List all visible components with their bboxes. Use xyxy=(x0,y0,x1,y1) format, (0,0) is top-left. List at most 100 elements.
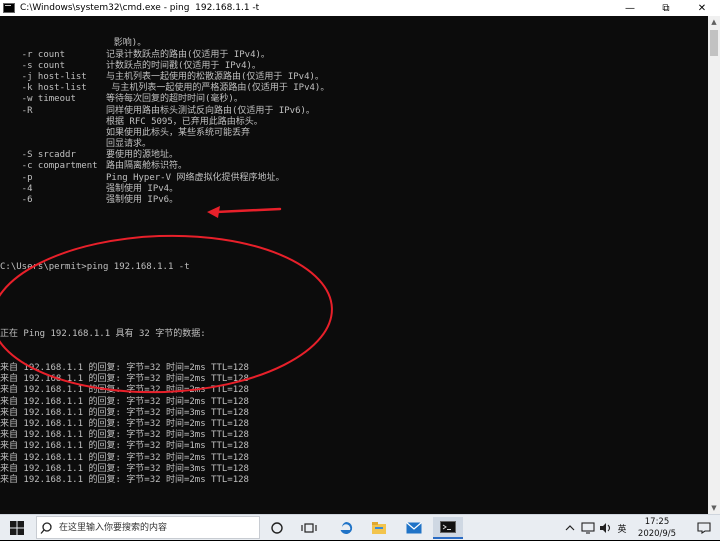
help-line: -p Ping Hyper-V 网络虚拟化提供程序地址。 xyxy=(0,173,708,184)
help-option: -r count xyxy=(0,49,66,60)
help-line: -j host-list 与主机列表一起使用的松散源路由(仅适用于 IPv4)。 xyxy=(0,72,708,83)
help-description: 回显请求。 xyxy=(106,139,152,150)
file-explorer-taskbar-button[interactable] xyxy=(364,517,394,539)
help-option: -w timeout xyxy=(0,94,76,105)
start-button[interactable] xyxy=(0,515,34,541)
notification-icon xyxy=(697,522,711,534)
help-option: -j host-list xyxy=(0,71,87,82)
help-description: 与主机列表一起使用的松散源路由(仅适用于 IPv4)。 xyxy=(106,71,324,82)
scroll-up-arrow-icon[interactable]: ▲ xyxy=(708,16,720,28)
task-view-icon xyxy=(301,523,317,533)
help-description: 强制使用 IPv6。 xyxy=(106,195,179,206)
file-explorer-icon xyxy=(372,522,386,534)
cmd-icon xyxy=(440,521,456,533)
help-description: 强制使用 IPv4。 xyxy=(106,183,179,194)
windows-start-icon xyxy=(10,521,24,535)
help-description: 根据 RFC 5095，已弃用此路由标头。 xyxy=(106,116,263,127)
help-line: -r count 记录计数跃点的路由(仅适用于 IPv4)。 xyxy=(0,50,708,61)
help-option: -S srcaddr xyxy=(0,150,76,161)
maximize-button[interactable]: ⧉ xyxy=(648,0,684,16)
ping-reply-line: 来自 192.168.1.1 的回复: 字节=32 时间=2ms TTL=128 xyxy=(0,474,249,485)
taskbar-clock[interactable]: 17:25 2020/9/5 xyxy=(630,516,684,540)
help-description: 与主机列表一起使用的严格源路由(仅适用于 IPv4)。 xyxy=(106,83,330,94)
help-line: -4 强制使用 IPv4。 xyxy=(0,184,708,195)
search-icon xyxy=(40,521,52,534)
mail-icon xyxy=(406,522,422,534)
help-line: -c compartment 路由隔离舱标识符。 xyxy=(0,161,708,172)
help-text-block: 影响)。 -r count 记录计数跃点的路由(仅适用于 IPv4)。 -s co… xyxy=(0,38,708,206)
ping-reply-line: 来自 192.168.1.1 的回复: 字节=32 时间=2ms TTL=128 xyxy=(0,418,249,429)
cmd-app-icon[interactable] xyxy=(3,3,15,13)
taskbar-search-box[interactable] xyxy=(36,516,260,539)
pinging-line: 正在 Ping 192.168.1.1 具有 32 字节的数据: xyxy=(0,329,206,340)
ping-reply-line: 来自 192.168.1.1 的回复: 字节=32 时间=2ms TTL=128 xyxy=(0,385,249,396)
help-option: -k host-list xyxy=(0,83,87,94)
action-center-button[interactable] xyxy=(694,515,714,541)
help-description: 影响)。 xyxy=(0,38,147,49)
help-option: -4 xyxy=(0,183,33,194)
clock-time: 17:25 xyxy=(644,517,670,527)
help-description: 计数跃点的时间戳(仅适用于 IPv4)。 xyxy=(106,60,261,71)
console-output[interactable]: 影响)。 -r count 记录计数跃点的路由(仅适用于 IPv4)。 -s co… xyxy=(0,16,708,514)
edge-icon xyxy=(340,521,353,534)
ping-reply-line: 来自 192.168.1.1 的回复: 字节=32 时间=3ms TTL=128 xyxy=(0,463,249,474)
ping-reply-line: 来自 192.168.1.1 的回复: 字节=32 时间=2ms TTL=128 xyxy=(0,396,249,407)
help-line: -R 同样使用路由标头测试反向路由(仅适用于 IPv6)。 xyxy=(0,106,708,117)
scroll-down-arrow-icon[interactable]: ▼ xyxy=(708,502,720,514)
help-option: -R xyxy=(0,105,33,116)
window-title: C:\Windows\system32\cmd.exe - ping 192.1… xyxy=(20,3,260,13)
taskbar-search-input[interactable] xyxy=(57,521,251,534)
help-line: -w timeout 等待每次回复的超时时间(毫秒)。 xyxy=(0,94,708,105)
help-option: -s count xyxy=(0,60,66,71)
chevron-up-icon xyxy=(565,525,575,531)
ping-reply-line: 来自 192.168.1.1 的回复: 字节=32 时间=2ms TTL=128 xyxy=(0,452,249,463)
scroll-thumb[interactable] xyxy=(710,30,718,56)
help-description: Ping Hyper-V 网络虚拟化提供程序地址。 xyxy=(106,172,285,183)
console-scrollbar[interactable]: ▲ ▼ xyxy=(708,16,720,514)
cortana-icon xyxy=(271,522,283,534)
mail-taskbar-button[interactable] xyxy=(399,517,429,539)
network-tray-button[interactable] xyxy=(580,515,596,541)
network-icon xyxy=(581,522,595,534)
help-description: 同样使用路由标头测试反向路由(仅适用于 IPv6)。 xyxy=(106,105,315,116)
volume-tray-button[interactable] xyxy=(598,515,614,541)
volume-icon xyxy=(600,523,611,533)
ping-reply-line: 来自 192.168.1.1 的回复: 字节=32 时间=2ms TTL=128 xyxy=(0,363,249,373)
help-description: 如果使用此标头，某些系统可能丢弃 xyxy=(106,127,251,138)
ime-indicator[interactable]: 英 xyxy=(614,515,630,541)
close-button[interactable]: ✕ xyxy=(684,0,720,16)
help-line: 回显请求。 xyxy=(0,139,708,150)
help-option: -c compartment xyxy=(0,161,98,172)
help-option: -6 xyxy=(0,195,33,206)
minimize-button[interactable]: — xyxy=(612,0,648,16)
ping-reply-line: 来自 192.168.1.1 的回复: 字节=32 时间=3ms TTL=128 xyxy=(0,430,249,441)
help-line: -s count 计数跃点的时间戳(仅适用于 IPv4)。 xyxy=(0,61,708,72)
help-description: 等待每次回复的超时时间(毫秒)。 xyxy=(106,94,243,105)
ping-reply-line: 来自 192.168.1.1 的回复: 字节=32 时间=1ms TTL=128 xyxy=(0,441,249,452)
help-line: -S srcaddr 要使用的源地址。 xyxy=(0,150,708,161)
window-controls: — ⧉ ✕ xyxy=(612,0,720,16)
ping-reply-line: 来自 192.168.1.1 的回复: 字节=32 时间=2ms TTL=128 xyxy=(0,374,249,385)
cortana-button[interactable] xyxy=(262,517,292,539)
edge-taskbar-button[interactable] xyxy=(331,517,361,539)
help-line: 根据 RFC 5095，已弃用此路由标头。 xyxy=(0,117,708,128)
help-line: -k host-list 与主机列表一起使用的严格源路由(仅适用于 IPv4)。 xyxy=(0,83,708,94)
command-prompt-line: C:\Users\permit>ping 192.168.1.1 -t xyxy=(0,262,190,273)
help-line: -6 强制使用 IPv6。 xyxy=(0,195,708,206)
help-line: 如果使用此标头，某些系统可能丢弃 xyxy=(0,128,708,139)
ping-reply-line: 来自 192.168.1.1 的回复: 字节=32 时间=3ms TTL=128 xyxy=(0,407,249,418)
help-description: 要使用的源地址。 xyxy=(106,150,179,161)
help-description: 路由隔离舱标识符。 xyxy=(106,161,188,172)
help-line: 影响)。 xyxy=(0,38,708,49)
help-option: -p xyxy=(0,172,33,183)
taskbar: 英 17:25 2020/9/5 xyxy=(0,514,720,540)
reply-block: 来自 192.168.1.1 的回复: 字节=32 时间=2ms TTL=128… xyxy=(0,363,708,486)
task-view-button[interactable] xyxy=(294,517,324,539)
help-description: 记录计数跃点的路由(仅适用于 IPv4)。 xyxy=(106,49,270,60)
window-titlebar[interactable]: C:\Windows\system32\cmd.exe - ping 192.1… xyxy=(0,0,720,17)
cmd-taskbar-button[interactable] xyxy=(433,517,463,539)
clock-date: 2020/9/5 xyxy=(637,529,677,539)
tray-overflow-button[interactable] xyxy=(562,515,578,541)
